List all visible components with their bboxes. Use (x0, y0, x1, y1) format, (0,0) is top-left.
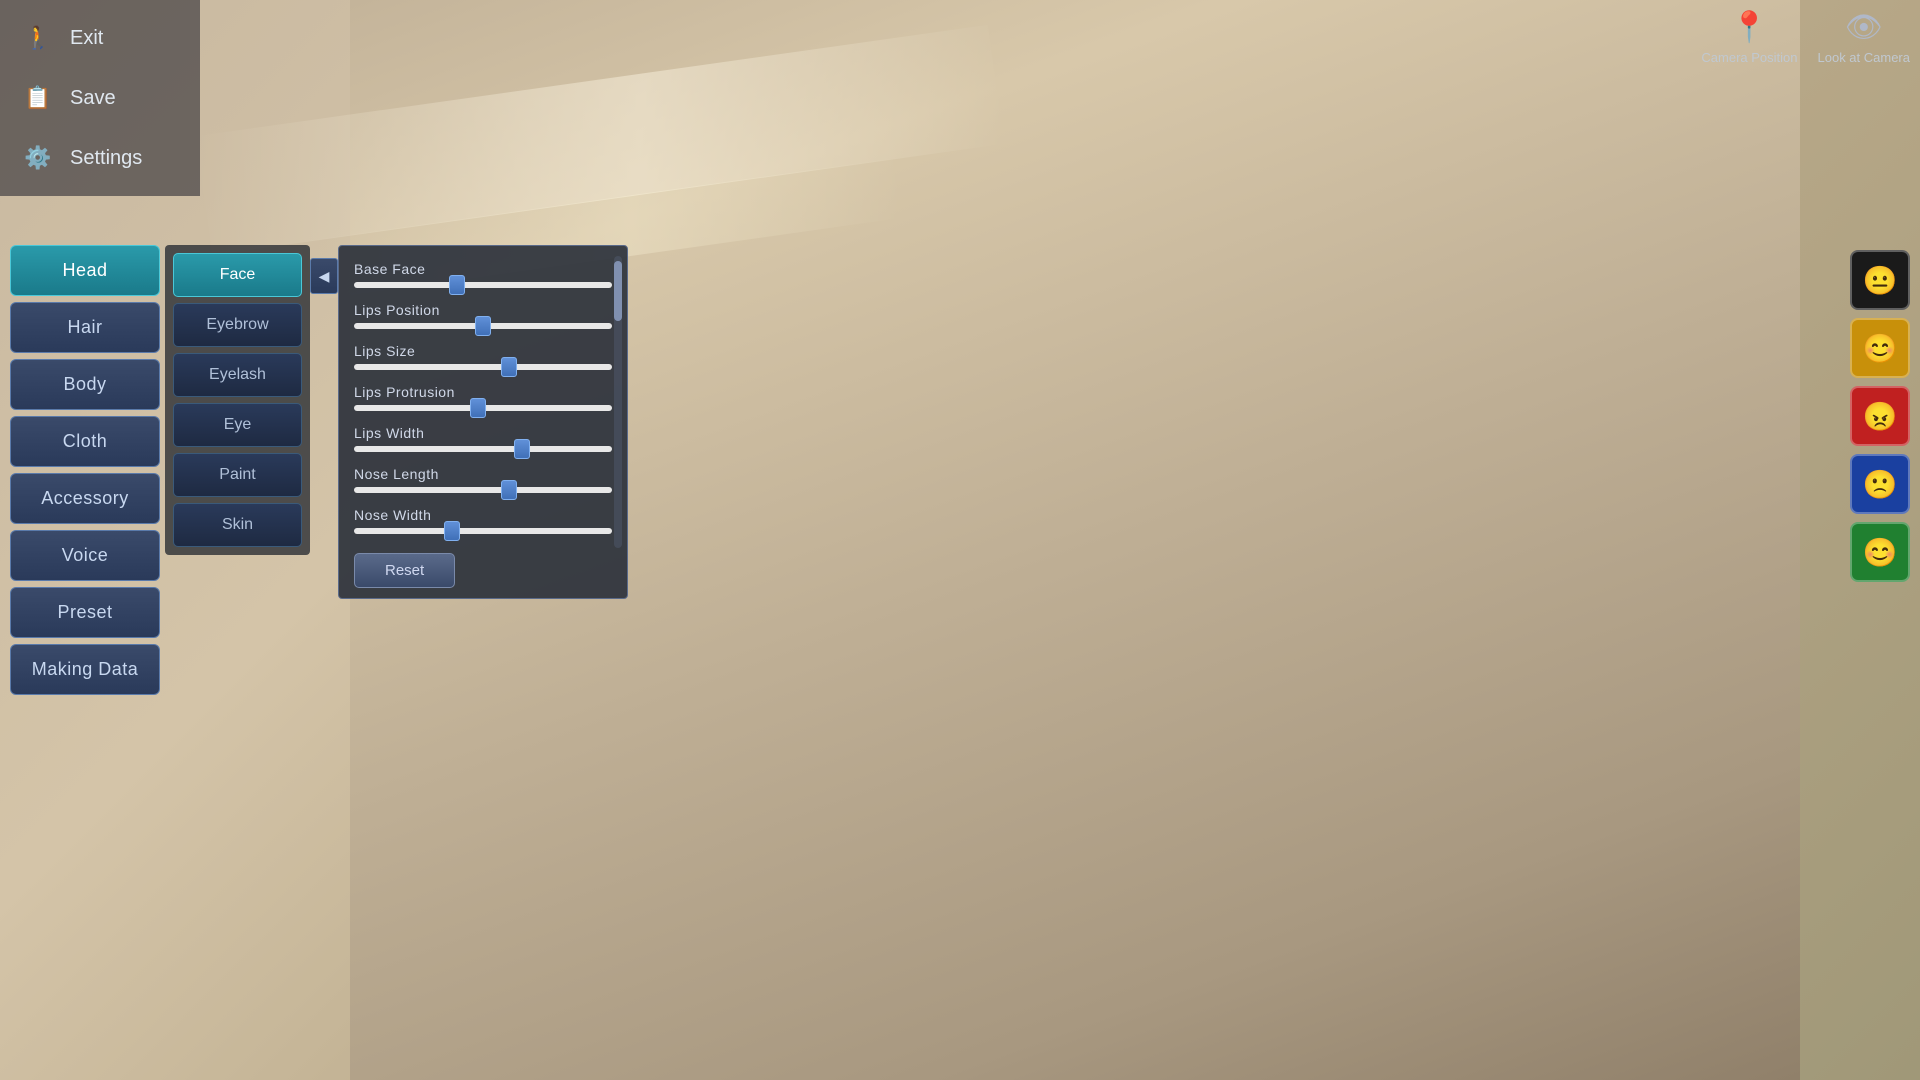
emotion-btn-happy[interactable]: 😊 (1850, 318, 1910, 378)
exit-label: Exit (70, 27, 103, 50)
look-at-camera-label: Look at Camera (1818, 50, 1911, 65)
sidebar-item-preset[interactable]: Preset (10, 587, 160, 638)
slider-track-lips-position[interactable] (354, 323, 612, 329)
camera-position-icon: 📍 (1731, 10, 1768, 45)
sliders-content: Base Face Lips Position Lips Size Lips Prot… (354, 261, 612, 548)
slider-row-lips-size: Lips Size (354, 343, 612, 370)
look-at-camera-button[interactable]: 👁 Look at Camera (1818, 10, 1911, 65)
sidebar: Head Hair Body Cloth Accessory Voice Preset Mak… (10, 245, 160, 695)
slider-label-lips-size: Lips Size (354, 343, 612, 359)
sub-panel: Face Eyebrow Eyelash Eye Paint Skin (165, 245, 310, 555)
camera-position-label: Camera Position (1701, 50, 1797, 65)
emotion-panel: 😐 😊 😠 🙁 😊 (1850, 250, 1910, 582)
emotion-btn-neutral[interactable]: 😐 (1850, 250, 1910, 310)
slider-row-lips-protrusion: Lips Protrusion (354, 384, 612, 411)
scrollbar[interactable] (614, 256, 622, 548)
exit-icon: 🚶 (18, 18, 58, 58)
slider-row-lips-width: Lips Width (354, 425, 612, 452)
emotion-btn-angry[interactable]: 😠 (1850, 386, 1910, 446)
top-menu: 🚶 Exit 📋 Save ⚙️ Settings (0, 0, 200, 196)
camera-position-button[interactable]: 📍 Camera Position (1701, 10, 1797, 65)
sliders-panel: Base Face Lips Position Lips Size Lips Prot… (338, 245, 628, 599)
settings-button[interactable]: ⚙️ Settings (10, 128, 190, 188)
slider-row-base-face: Base Face (354, 261, 612, 288)
slider-track-lips-protrusion[interactable] (354, 405, 612, 411)
slider-track-lips-width[interactable] (354, 446, 612, 452)
slider-row-lips-position: Lips Position (354, 302, 612, 329)
reset-button[interactable]: Reset (354, 553, 455, 588)
settings-icon: ⚙️ (18, 138, 58, 178)
save-label: Save (70, 87, 116, 110)
slider-thumb-lips-width[interactable] (514, 439, 530, 459)
sidebar-item-body[interactable]: Body (10, 359, 160, 410)
slider-track-lips-size[interactable] (354, 364, 612, 370)
settings-label: Settings (70, 147, 142, 170)
sidebar-item-hair[interactable]: Hair (10, 302, 160, 353)
slider-row-nose-width: Nose Width (354, 507, 612, 534)
slider-thumb-lips-size[interactable] (501, 357, 517, 377)
sidebar-item-making-data[interactable]: Making Data (10, 644, 160, 695)
sidebar-item-voice[interactable]: Voice (10, 530, 160, 581)
sub-item-eyebrow[interactable]: Eyebrow (173, 303, 302, 347)
sidebar-item-cloth[interactable]: Cloth (10, 416, 160, 467)
slider-thumb-nose-width[interactable] (444, 521, 460, 541)
exit-button[interactable]: 🚶 Exit (10, 8, 190, 68)
emotion-btn-smile[interactable]: 😊 (1850, 522, 1910, 582)
slider-track-nose-width[interactable] (354, 528, 612, 534)
slider-label-nose-length: Nose Length (354, 466, 612, 482)
slider-label-lips-width: Lips Width (354, 425, 612, 441)
slider-label-base-face: Base Face (354, 261, 612, 277)
sidebar-item-accessory[interactable]: Accessory (10, 473, 160, 524)
sub-item-skin[interactable]: Skin (173, 503, 302, 547)
emotion-btn-sad[interactable]: 🙁 (1850, 454, 1910, 514)
sidebar-item-head[interactable]: Head (10, 245, 160, 296)
scrollbar-thumb[interactable] (614, 261, 622, 321)
collapse-button[interactable]: ◀ (310, 258, 338, 294)
sub-item-paint[interactable]: Paint (173, 453, 302, 497)
save-icon: 📋 (18, 78, 58, 118)
collapse-icon: ◀ (319, 268, 330, 285)
slider-thumb-lips-protrusion[interactable] (470, 398, 486, 418)
sub-item-eye[interactable]: Eye (173, 403, 302, 447)
sub-item-face[interactable]: Face (173, 253, 302, 297)
slider-thumb-base-face[interactable] (449, 275, 465, 295)
sub-item-eyelash[interactable]: Eyelash (173, 353, 302, 397)
slider-label-nose-width: Nose Width (354, 507, 612, 523)
slider-track-base-face[interactable] (354, 282, 612, 288)
slider-track-nose-length[interactable] (354, 487, 612, 493)
slider-thumb-lips-position[interactable] (475, 316, 491, 336)
slider-thumb-nose-length[interactable] (501, 480, 517, 500)
save-button[interactable]: 📋 Save (10, 68, 190, 128)
camera-controls: 📍 Camera Position 👁 Look at Camera (1701, 10, 1910, 65)
look-at-camera-icon: 👁 (1845, 10, 1883, 45)
slider-row-nose-length: Nose Length (354, 466, 612, 493)
